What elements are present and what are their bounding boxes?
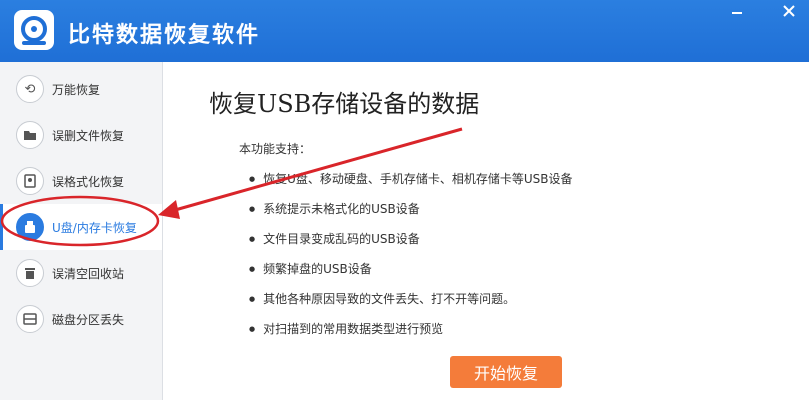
trash-icon [16,259,44,287]
sidebar-item-usb-card[interactable]: U盘/内存卡恢复 [0,204,162,250]
minimize-button[interactable] [722,0,752,22]
feature-item: 频繁掉盘的USB设备 [249,260,372,277]
sidebar: ⟲ 万能恢复 误删文件恢复 误格式化恢复 U盘/内存卡恢复 误清空回收站 磁盘分… [0,62,163,400]
active-indicator [0,204,3,250]
feature-item: 恢复U盘、移动硬盘、手机存储卡、相机存储卡等USB设备 [249,170,572,187]
feature-item: 系统提示未格式化的USB设备 [249,200,420,217]
sidebar-item-label: 误格式化恢复 [52,174,125,189]
sidebar-item-label: U盘/内存卡恢复 [52,220,137,235]
sidebar-item-formatted[interactable]: 误格式化恢复 [0,158,162,204]
close-button[interactable] [774,0,804,22]
sidebar-item-label: 误清空回收站 [52,266,125,281]
feature-item: 对扫描到的常用数据类型进行预览 [249,320,443,337]
folder-icon [16,121,44,149]
sidebar-item-label: 磁盘分区丢失 [52,312,125,327]
start-recovery-button[interactable]: 开始恢复 [450,356,562,388]
sidebar-item-recycle-bin[interactable]: 误清空回收站 [0,250,162,296]
title-bar: 比特数据恢复软件 [0,0,809,62]
usb-icon [16,213,44,241]
page-title: 恢复USB存储设备的数据 [209,90,480,118]
sidebar-item-label: 误删文件恢复 [52,128,125,143]
partition-icon [16,305,44,333]
refresh-icon: ⟲ [16,75,44,103]
disk-icon [16,167,44,195]
sidebar-item-deleted-files[interactable]: 误删文件恢复 [0,112,162,158]
app-title: 比特数据恢复软件 [68,23,261,48]
sidebar-item-partition-lost[interactable]: 磁盘分区丢失 [0,296,162,342]
close-icon [783,5,795,17]
support-label: 本功能支持： [239,142,312,156]
feature-item: 其他各种原因导致的文件丢失、打不开等问题。 [249,290,515,307]
feature-item: 文件目录变成乱码的USB设备 [249,230,420,247]
sidebar-item-universal-recovery[interactable]: ⟲ 万能恢复 [0,66,162,112]
minimize-icon [732,12,742,14]
main-panel: 恢复USB存储设备的数据 本功能支持： 恢复U盘、移动硬盘、手机存储卡、相机存储… [163,62,809,400]
app-logo-icon [14,10,54,50]
sidebar-item-label: 万能恢复 [52,82,101,97]
